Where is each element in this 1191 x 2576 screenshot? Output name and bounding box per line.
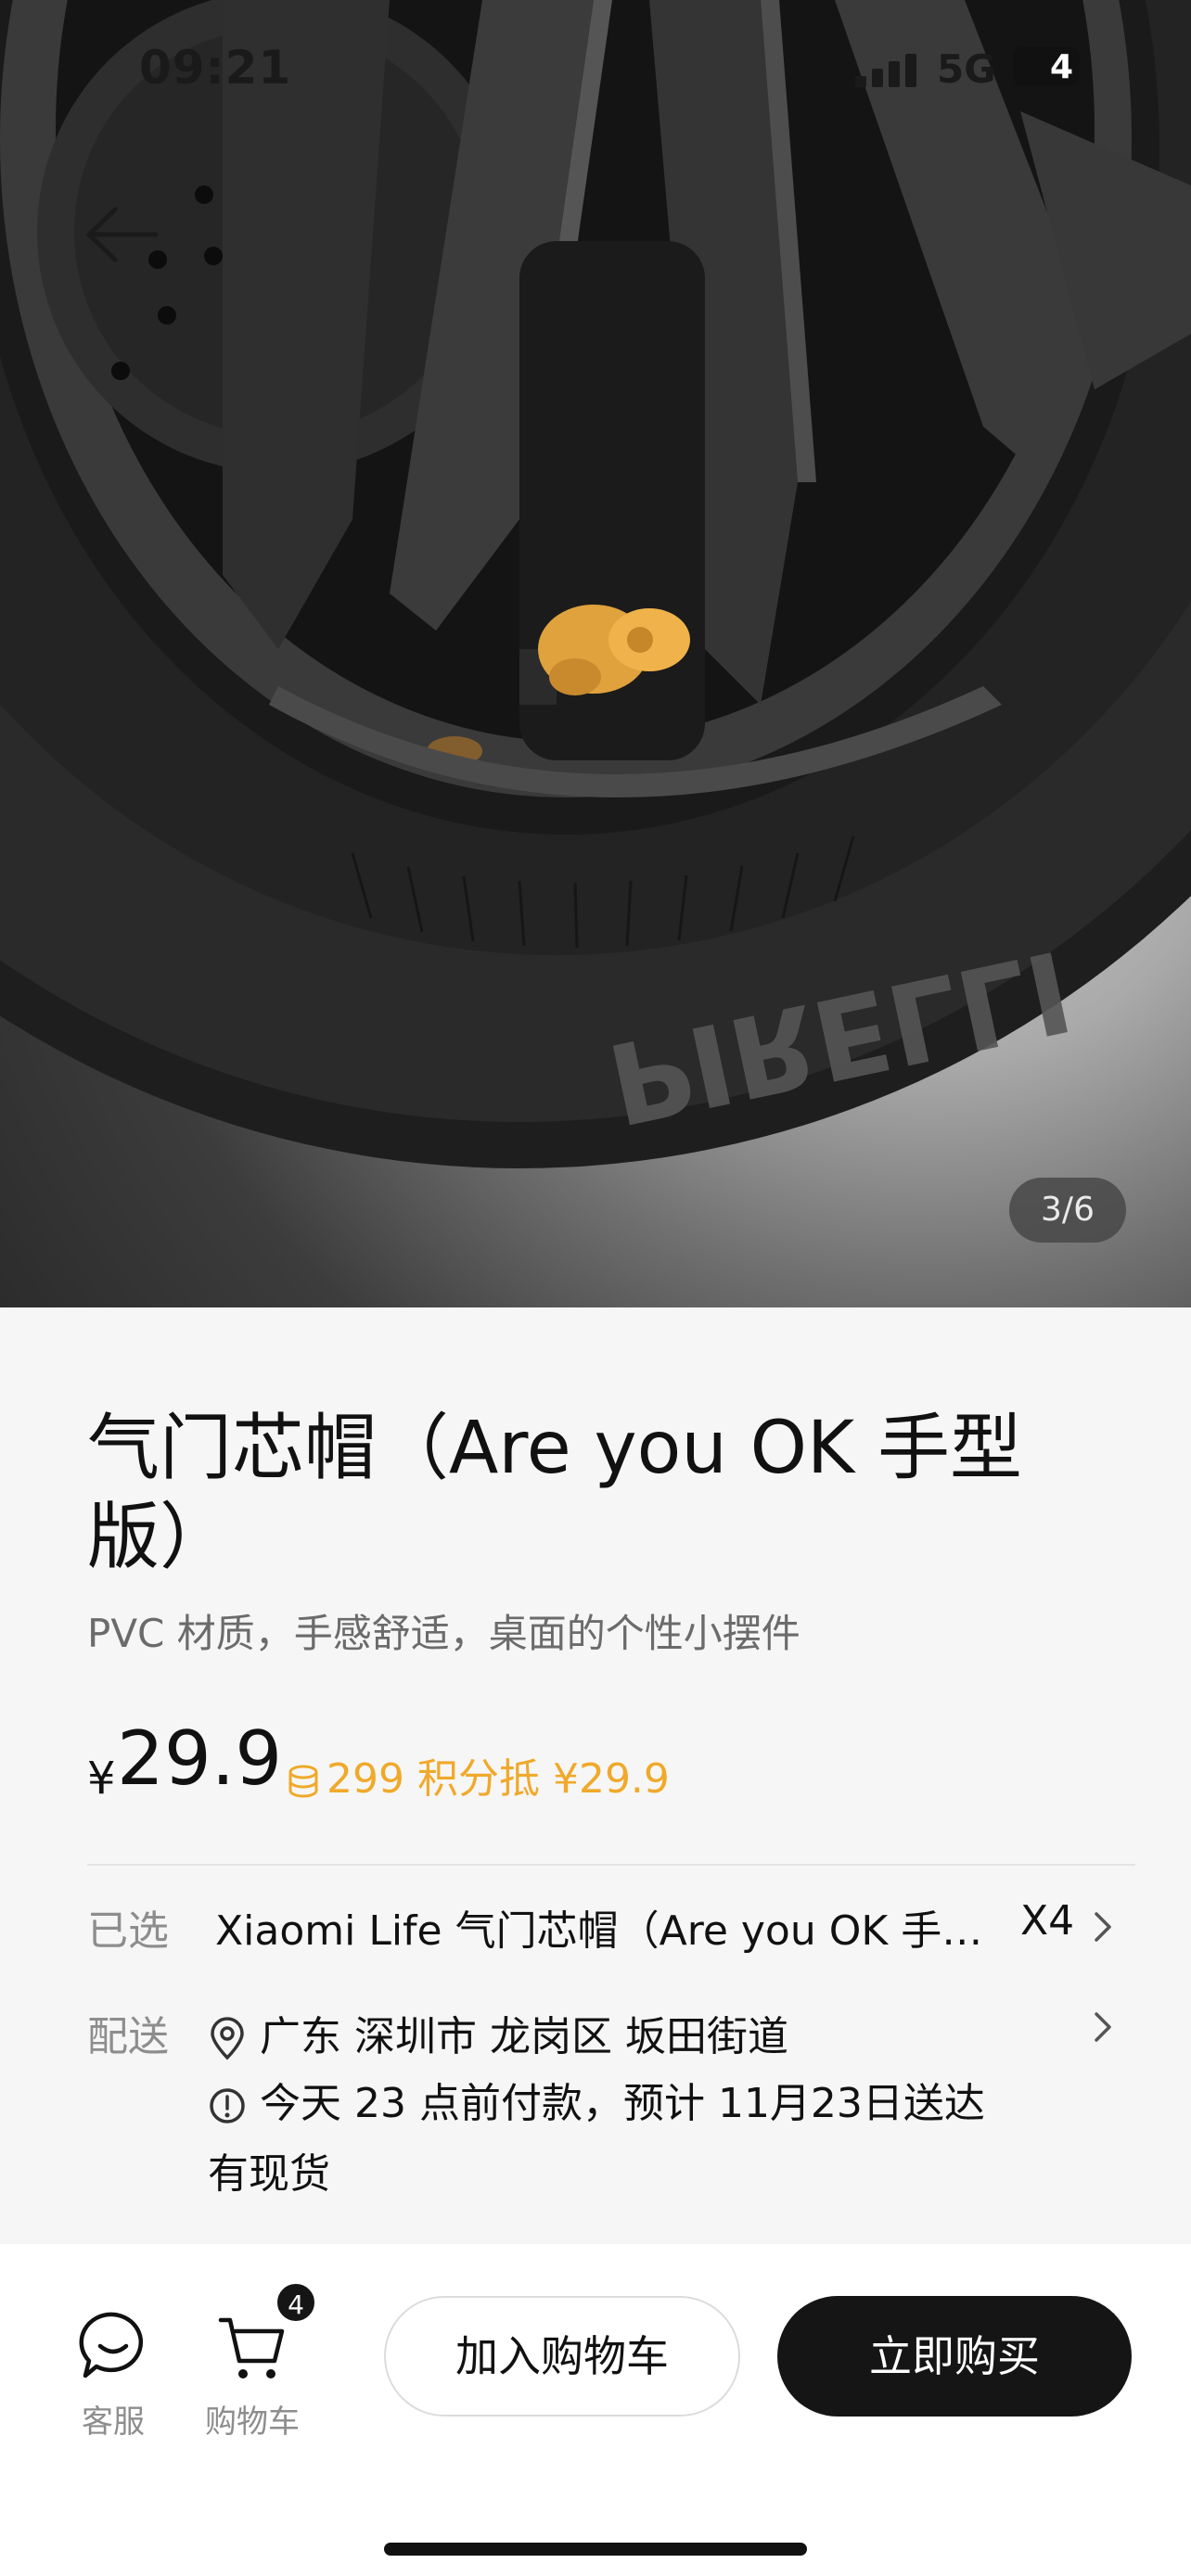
battery-level: 4 [1050,48,1074,86]
home-indicator[interactable] [384,2543,807,2556]
product-image-carousel[interactable]: PIRELLI 09:21 5G 4 3/6 [0,0,1191,1307]
product-title: 气门芯帽（Are you OK 手型版） [87,1407,1022,1579]
customer-service-button[interactable]: 客服 [58,2300,169,2441]
cart-count-badge: 4 [275,2281,317,2324]
location-pin-icon [211,2017,244,2060]
product-detail-page: PIRELLI 09:21 5G 4 3/6 气门芯帽（Are you OK 手… [0,0,1191,2576]
chevron-right-icon [1095,1912,1111,1942]
buy-now-button[interactable]: 立即购买 [777,2296,1132,2417]
image-pager: 3/6 [1009,1178,1126,1243]
customer-service-label: 客服 [82,2404,145,2441]
product-info: 气门芯帽（Are you OK 手型版） PVC 材质，手感舒适，桌面的个性小摆… [0,1307,1191,2244]
stock-status: 有现货 [208,2150,330,2198]
info-circle-icon [210,2088,245,2123]
bottom-action-bar: 客服 购物车 4 加入购物车 立即购买 [0,2244,1191,2576]
status-time: 09:21 [139,41,292,95]
selected-spec-row[interactable]: 已选 Xiaomi Life 气门芯帽（Are you OK 手型版） X4 [87,1882,1135,1975]
signal-strength-icon [855,54,916,87]
shopping-cart-icon [218,2317,285,2378]
chat-bubble-icon [79,2312,144,2378]
price-value: 29.9 [117,1715,283,1802]
delivery-notice: 今天 23 点前付款，预计 11月23日送达 [260,2080,985,2127]
delivery-address-line: 广东 深圳市 龙岗区 坂田街道 [208,2003,788,2062]
status-bar: 09:21 5G 4 [0,0,1191,139]
selected-value: Xiaomi Life 气门芯帽（Are you OK 手型版） [215,1907,985,1955]
coin-stack-icon [288,1765,318,1798]
delivery-row[interactable]: 配送 广东 深圳市 龙岗区 坂田街道 今天 23 点前付款，预计 11月23日送… [87,2003,1135,2216]
selected-quantity: X4 [1020,1897,1075,1945]
selected-label: 已选 [87,1907,169,1955]
price-currency: ¥ [87,1753,116,1804]
delivery-notice-line: 今天 23 点前付款，预计 11月23日送达 [208,2070,985,2129]
delivery-address: 广东 深圳市 龙岗区 坂田街道 [260,2013,788,2060]
add-to-cart-button[interactable]: 加入购物车 [384,2296,740,2417]
network-type: 5G [937,46,996,92]
points-offer: 299 积分抵 ¥29.9 [288,1745,670,1804]
delivery-label: 配送 [87,2013,169,2060]
cart-label: 购物车 [205,2404,300,2441]
product-subtitle: PVC 材质，手感舒适，桌面的个性小摆件 [87,1611,800,1656]
back-arrow-icon [86,207,159,262]
points-text: 299 积分抵 ¥29.9 [327,1755,670,1803]
divider [87,1864,1135,1866]
chevron-right-icon [1095,2012,1111,2042]
tire-wheel-image: PIRELLI [0,0,1191,1168]
back-button[interactable] [82,202,165,267]
